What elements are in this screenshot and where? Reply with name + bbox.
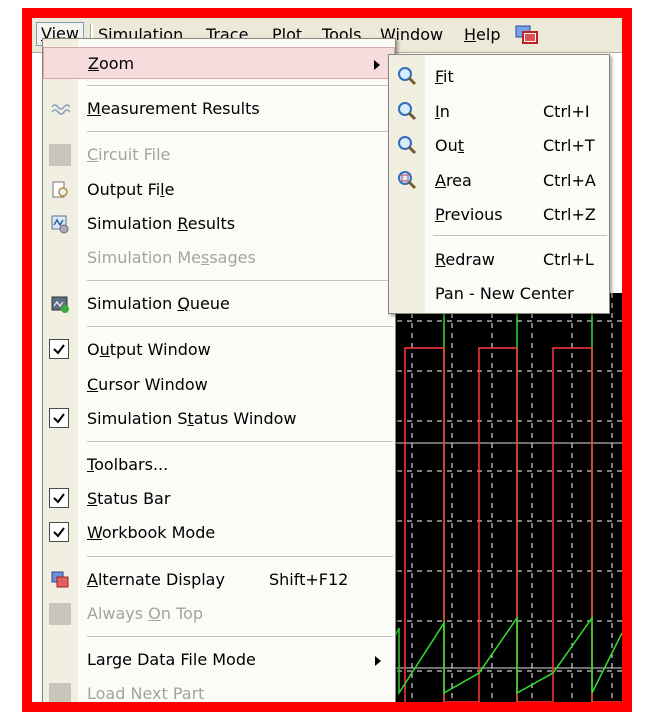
view-menu-item-zoom[interactable]: Zoom [43, 47, 395, 79]
disabled-placeholder-icon [49, 144, 71, 167]
view-menu-item-always-on-top: Always On Top [43, 598, 395, 630]
checkmark-icon [49, 339, 69, 360]
menu-separator [87, 441, 393, 444]
measurement-wave-icon [50, 99, 71, 119]
zoom-in-icon [397, 101, 417, 121]
menu-item-label: Previous [435, 205, 503, 224]
menu-item-label: Always On Top [87, 603, 203, 623]
view-menu-item-simulation-status-window[interactable]: Simulation Status Window [43, 403, 395, 435]
zoom-area-icon [397, 170, 417, 190]
document-magnifier-icon [50, 180, 70, 200]
menu-item-label: Area [435, 170, 472, 190]
menu-item-label: In [435, 101, 450, 121]
view-menu-item-cursor-window[interactable]: Cursor Window [43, 369, 395, 401]
submenu-arrow-icon [374, 60, 380, 70]
menu-item-label: Fit [435, 67, 454, 86]
menu-separator [87, 555, 393, 559]
menu-item-label: Simulation Queue [87, 294, 230, 314]
checkmark-icon [49, 488, 69, 509]
view-menu-item-workbook-mode[interactable]: Workbook Mode [43, 517, 395, 549]
menu-separator [433, 234, 607, 238]
submenu-arrow-icon [375, 656, 381, 666]
view-menu-item-simulation-messages: Simulation Messages [43, 242, 395, 274]
menu-item-label: Simulation Status Window [87, 408, 297, 428]
menu-item-label: Simulation Messages [87, 248, 256, 267]
zoom-menu-item-fit[interactable]: Fit [389, 59, 609, 93]
menu-item-label: Circuit File [87, 145, 171, 165]
menu-item-label: Alternate Display [87, 569, 225, 589]
menu-separator [87, 85, 393, 89]
view-menu-item-large-data-file-mode[interactable]: Large Data File Mode [43, 644, 395, 676]
menu-item-label: Load Next Part [87, 684, 205, 702]
menu-separator [87, 280, 393, 284]
shortcut-label: Ctrl+L [543, 249, 594, 269]
menu-item-label: Large Data File Mode [87, 650, 256, 669]
view-menu-item-measurement-results[interactable]: Measurement Results [43, 93, 395, 125]
menu-item-label: Output Window [87, 340, 211, 360]
view-menu-item-alternate-display[interactable]: Alternate Display Shift+F12 [43, 564, 395, 596]
zoom-out-icon [397, 135, 417, 155]
menu-item-label: Out [435, 136, 465, 155]
zoom-menu-item-previous[interactable]: Previous Ctrl+Z [389, 197, 609, 231]
application-window: View Simulation Trace Plot Tools Window Help Z… [32, 18, 622, 702]
zoom-menu-item-in[interactable]: In Ctrl+I [389, 94, 609, 128]
view-menu-item-circuit-file: Circuit File [43, 139, 395, 171]
shortcut-label: Ctrl+A [543, 170, 596, 190]
menu-separator [87, 326, 393, 330]
menu-item-label: Measurement Results [87, 99, 260, 119]
zoom-menu-item-out[interactable]: Out Ctrl+T [389, 128, 609, 162]
view-menu-item-output-window[interactable]: Output Window [43, 334, 395, 366]
menu-item-label: Output File [87, 179, 175, 199]
zoom-submenu: Fit In Ctrl+I Out Ctrl+T Area Ctrl+A Previous Ct… [388, 54, 610, 314]
menu-item-label: Toolbars... [87, 455, 169, 474]
checkmark-icon [49, 522, 69, 543]
view-menu-item-status-bar[interactable]: Status Bar [43, 483, 395, 515]
menu-item-label: Redraw [435, 249, 495, 269]
zoom-menu-item-redraw[interactable]: Redraw Ctrl+L [389, 242, 609, 276]
window-layout-icon[interactable] [512, 23, 542, 47]
simulation-results-icon [50, 214, 70, 234]
menu-item-label: Cursor Window [87, 374, 208, 394]
simulation-queue-icon [50, 294, 70, 314]
shortcut-label: Shift+F12 [269, 569, 349, 589]
red-highlight-frame: View Simulation Trace Plot Tools Window Help Z… [22, 8, 632, 712]
view-menu-item-toolbars[interactable]: Toolbars... [43, 449, 395, 481]
disabled-placeholder-icon [49, 602, 71, 625]
view-menu-item-simulation-results[interactable]: Simulation Results [43, 208, 395, 240]
view-menu-item-simulation-queue[interactable]: Simulation Queue [43, 288, 395, 320]
view-menu-item-load-next-part: Load Next Part [43, 678, 395, 702]
view-menu: Zoom Measurement Results Circuit File Outpu… [42, 38, 396, 702]
menu-help[interactable]: Help [460, 24, 504, 46]
menu-item-label: Simulation Results [87, 213, 236, 233]
waveform-plot [387, 293, 622, 702]
view-menu-item-output-file[interactable]: Output File [43, 174, 395, 206]
zoom-menu-item-area[interactable]: Area Ctrl+A [389, 163, 609, 197]
zoom-fit-icon [397, 66, 417, 86]
shortcut-label: Ctrl+T [543, 136, 595, 155]
disabled-placeholder-icon [49, 683, 71, 702]
zoom-menu-item-pan-new-center[interactable]: Pan - New Center [389, 276, 609, 310]
shortcut-label: Ctrl+I [543, 101, 590, 121]
menu-item-label: Workbook Mode [87, 523, 216, 543]
menu-separator [87, 636, 393, 639]
menu-separator [87, 131, 393, 135]
menu-item-label: Status Bar [87, 489, 171, 509]
checkmark-icon [49, 407, 69, 428]
shortcut-label: Ctrl+Z [543, 205, 596, 224]
menu-item-label: Pan - New Center [435, 284, 574, 303]
alternate-display-icon [50, 570, 70, 590]
menu-item-label: Zoom [88, 54, 135, 73]
